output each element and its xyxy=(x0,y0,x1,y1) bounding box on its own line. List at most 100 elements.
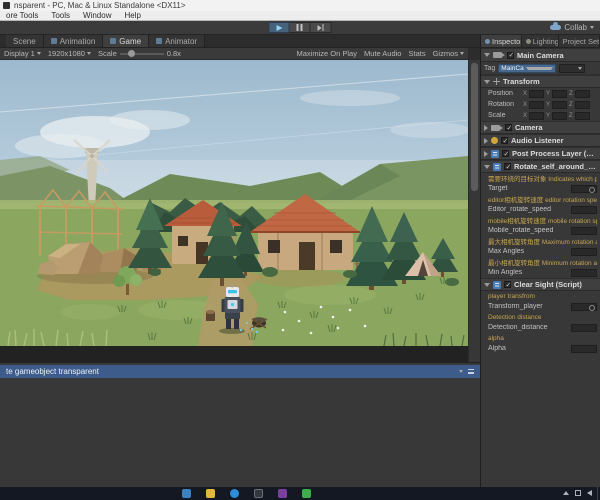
view-tab-bar: Scene Animation Game Animator xyxy=(0,35,480,48)
layer-dropdown[interactable] xyxy=(559,63,586,73)
foldout-arrow[interactable] xyxy=(484,53,490,57)
tab-label: Project Sett xyxy=(562,36,600,46)
position-x-field[interactable] xyxy=(529,89,545,98)
menu-bar: ore Tools Tools Window Help xyxy=(0,11,600,21)
animation-icon xyxy=(50,38,57,44)
menu-item-help[interactable]: Help xyxy=(124,11,140,20)
chevron-down-icon xyxy=(526,66,554,70)
min-angles-field[interactable] xyxy=(571,268,597,277)
play-button[interactable] xyxy=(268,22,290,33)
menu-item-window[interactable]: Window xyxy=(83,11,111,20)
foldout-arrow[interactable] xyxy=(484,79,490,84)
field-label: Alpha xyxy=(488,345,506,352)
scrollbar-thumb[interactable] xyxy=(471,63,478,191)
detection-distance-field[interactable] xyxy=(571,323,597,332)
rotation-z-field[interactable] xyxy=(574,100,590,109)
foldout-arrow[interactable] xyxy=(484,124,488,131)
scale-z-field[interactable] xyxy=(574,111,590,120)
enabled-checkbox[interactable] xyxy=(504,163,511,171)
tab-lighting[interactable]: Lighting xyxy=(521,35,559,47)
position-z-field[interactable] xyxy=(574,89,590,98)
menu-item-ore-tools[interactable]: ore Tools xyxy=(6,11,38,20)
taskbar-icon-app-green[interactable] xyxy=(302,489,311,498)
component-title: Post Process Layer (Script) xyxy=(512,149,597,158)
tray-chevron-up-icon[interactable] xyxy=(563,491,569,495)
transform-player-field[interactable] xyxy=(571,302,597,311)
rotation-y-field[interactable] xyxy=(552,100,568,109)
target-object-field[interactable] xyxy=(571,184,597,193)
camera-component-header[interactable]: Camera xyxy=(481,121,600,134)
window-titlebar: nsparent - PC, Mac & Linux Standalone <D… xyxy=(0,0,600,11)
audio-listener-header[interactable]: Audio Listener xyxy=(481,134,600,147)
maximize-on-play-button[interactable]: Maximize On Play xyxy=(297,49,357,58)
mobile-rotate-speed-field[interactable] xyxy=(571,226,597,235)
max-angles-field[interactable] xyxy=(571,247,597,256)
menu-item-tools[interactable]: Tools xyxy=(51,11,70,20)
taskbar-icon-edge-browser[interactable] xyxy=(230,489,239,498)
menu-icon[interactable] xyxy=(468,369,474,374)
tray-volume-icon[interactable] xyxy=(587,490,592,496)
aspect-ratio-dropdown[interactable]: 1920x1080 xyxy=(48,49,91,58)
field-label: Max Angles xyxy=(488,248,525,255)
rotation-x-field[interactable] xyxy=(529,100,545,109)
enabled-checkbox[interactable] xyxy=(501,137,508,145)
stats-button[interactable]: Stats xyxy=(408,49,425,58)
transform-row-scale: Scale X Y Z xyxy=(481,110,600,121)
display-target-dropdown[interactable]: Display 1 xyxy=(4,49,41,58)
component-title: Rotate_self_around_target_scr xyxy=(514,162,597,171)
editor-rotate-speed-field[interactable] xyxy=(571,205,597,214)
rotate-script-header[interactable]: Rotate_self_around_target_scr xyxy=(481,160,600,173)
slider-knob[interactable] xyxy=(127,50,135,57)
collab-button[interactable]: Collab xyxy=(550,22,594,32)
display-label: Display 1 xyxy=(4,49,35,58)
game-viewport[interactable] xyxy=(0,60,468,362)
scale-x-field[interactable] xyxy=(529,111,545,120)
field-label: Min Angles xyxy=(488,269,523,276)
taskbar-icon-file-explorer[interactable] xyxy=(206,489,215,498)
active-checkbox[interactable] xyxy=(507,51,514,59)
tab-animator[interactable]: Animator xyxy=(149,35,206,47)
step-button[interactable] xyxy=(310,22,332,33)
pause-button[interactable] xyxy=(289,22,311,33)
game-view-scrollbar[interactable] xyxy=(468,60,480,362)
enabled-checkbox[interactable] xyxy=(502,150,509,158)
position-y-field[interactable] xyxy=(552,89,568,98)
post-process-layer-header[interactable]: Post Process Layer (Script) xyxy=(481,147,600,160)
foldout-arrow[interactable] xyxy=(484,137,488,144)
scale-y-field[interactable] xyxy=(552,111,568,120)
chevron-down-icon xyxy=(36,52,41,55)
row-label: Scale xyxy=(488,112,506,119)
tab-animation[interactable]: Animation xyxy=(43,35,104,47)
alpha-field[interactable] xyxy=(571,344,597,353)
chevron-down-icon xyxy=(460,52,464,55)
tab-game[interactable]: Game xyxy=(103,35,150,47)
foldout-arrow[interactable] xyxy=(484,282,490,287)
tab-inspector[interactable]: Inspector xyxy=(481,35,522,47)
enabled-checkbox[interactable] xyxy=(505,124,512,132)
tab-project-settings[interactable]: Project Sett xyxy=(558,35,600,47)
transform-header[interactable]: Transform xyxy=(481,75,600,88)
tab-label: Animation xyxy=(59,36,96,46)
tray-network-icon[interactable] xyxy=(575,490,581,496)
animator-icon xyxy=(156,38,163,44)
gizmos-label: Gizmos xyxy=(432,49,458,58)
foldout-arrow[interactable] xyxy=(484,150,488,157)
chevron-down-icon[interactable] xyxy=(459,370,463,373)
row-label: Rotation xyxy=(488,101,515,108)
taskbar-icon-terminal[interactable] xyxy=(254,489,263,498)
enabled-checkbox[interactable] xyxy=(504,281,511,289)
tag-dropdown[interactable]: MainCamera xyxy=(498,63,557,73)
clear-sight-header[interactable]: Clear Sight (Script) xyxy=(481,278,600,291)
field-header: 需要环绕的目标对象 Indicates which point xyxy=(488,176,597,183)
scale-value: 0.8x xyxy=(166,49,181,58)
foldout-arrow[interactable] xyxy=(484,164,490,169)
mute-audio-button[interactable]: Mute Audio xyxy=(364,49,402,58)
taskbar-icon-app-blue[interactable] xyxy=(182,489,191,498)
inspector-panel: Inspector Lighting Project Sett Main Cam… xyxy=(480,35,600,487)
windows-taskbar xyxy=(0,487,600,500)
tab-scene[interactable]: Scene xyxy=(6,35,44,47)
scale-slider[interactable] xyxy=(119,50,164,57)
gizmos-dropdown[interactable]: Gizmos xyxy=(433,49,464,58)
selected-entry-row[interactable]: te gameobject transparent xyxy=(0,365,480,378)
taskbar-icon-app-purple[interactable] xyxy=(278,489,287,498)
